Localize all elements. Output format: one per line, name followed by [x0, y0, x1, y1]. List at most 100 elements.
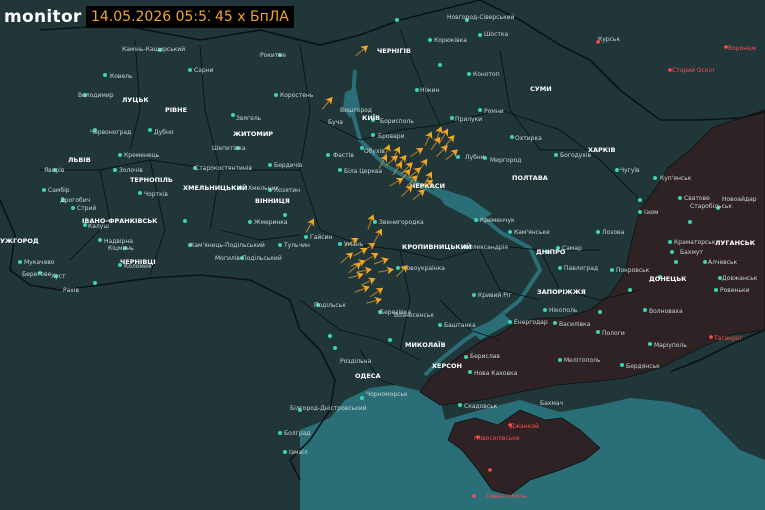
city-label: Мелітополь	[564, 357, 601, 364]
city-label: Камінь-Каширський	[122, 46, 185, 53]
city-label: Джанкой	[510, 423, 539, 430]
city-label: Ромни	[484, 108, 504, 115]
region-label: ДОНЕЦЬК	[649, 275, 687, 283]
city-label: Лозова	[602, 229, 625, 236]
city-label: Павлоград	[564, 265, 598, 272]
city-label: Миргород	[490, 157, 521, 164]
city-label: Звенигородка	[379, 219, 424, 226]
city-label: Обухів	[364, 148, 385, 155]
city-label: Новгород-Сіверський	[447, 14, 515, 21]
city-label: Пологи	[602, 330, 625, 337]
city-label: Чорноморськ	[366, 391, 408, 398]
city-label: Роздільна	[340, 358, 372, 365]
region-label: ХАРКІВ	[588, 146, 616, 154]
city-label: Довжанськ	[722, 275, 758, 282]
region-label: ЗАПОРІЖЖЯ	[537, 288, 586, 296]
city-label: Куп'янськ	[660, 175, 692, 182]
region-label: ЖИТОМИР	[233, 130, 273, 138]
city-label: Бровари	[378, 133, 405, 140]
city-label: Ковель	[110, 73, 133, 80]
city-label: Конотоп	[473, 71, 500, 78]
city-label: Яворів	[44, 167, 65, 174]
brand-logo: monitor	[4, 7, 82, 27]
region-label: ОДЕСА	[355, 372, 381, 380]
city-label: Олександрія	[468, 244, 508, 251]
city-label: Хуст	[51, 273, 66, 280]
timestamp-badge: 14.05.2026 05:53	[86, 6, 221, 28]
city-label: Самбір	[48, 187, 70, 194]
region-label: ЧЕРНІГІВ	[377, 47, 411, 55]
city-label: Енергодар	[514, 319, 548, 326]
city-label: Гайсин	[310, 234, 332, 241]
city-label: Вознесенськ	[394, 312, 434, 319]
city-label: Подільськ	[314, 302, 346, 309]
city-label: Вишгород	[340, 107, 372, 114]
city-label: Севастополь	[486, 493, 527, 500]
drone-count-badge: 45 х БпЛА	[210, 6, 294, 28]
region-label: ВІННИЦЯ	[255, 197, 290, 205]
city-label: Курськ	[598, 36, 620, 43]
city-label: Кривий Ріг	[478, 292, 512, 299]
city-label: Богодухів	[560, 152, 592, 159]
region-label: МИКОЛАЇВ	[405, 340, 446, 349]
map-canvas[interactable]: ЛУЦЬК РІВНЕ ЖИТОМИР ЧЕРНІГІВ СУМИ КИЇВ Х…	[0, 0, 765, 510]
city-label: Білгород-Дністровський	[290, 405, 367, 412]
city-label: Коростень	[280, 92, 314, 99]
city-label: Ровеньки	[720, 287, 750, 294]
city-label: Мукачево	[24, 259, 55, 266]
city-label: Старобільськ	[690, 203, 732, 210]
city-label: Ізюм	[644, 209, 659, 216]
city-label: Сватове	[684, 195, 710, 202]
city-label: Стрий	[77, 205, 96, 212]
region-label: СУМИ	[530, 85, 552, 93]
city-label: Бахмач	[540, 400, 563, 407]
city-label: Покровськ	[616, 267, 650, 274]
city-label: Скадовськ	[464, 403, 498, 410]
city-label: Червоноград	[90, 129, 131, 136]
city-label: Могилів-Подільський	[215, 255, 282, 262]
city-label: Маріуполь	[654, 342, 687, 349]
city-label: Бердянськ	[626, 363, 660, 370]
city-label: Болград	[284, 430, 310, 437]
city-label: Новоайдар	[722, 196, 757, 203]
city-label: Охтирка	[515, 135, 542, 142]
city-label: Жмеринка	[254, 219, 288, 226]
city-label: Фастів	[333, 152, 354, 159]
city-label: Надвірна	[104, 238, 133, 245]
city-label: Краматорськ	[674, 239, 716, 246]
city-label: Нова Каховка	[474, 370, 518, 377]
city-label: Кам'янець-Подільський	[190, 242, 265, 249]
city-label: Шостка	[484, 31, 509, 38]
city-label: Шепетівка	[212, 145, 246, 152]
city-label: Новоукраїнка	[402, 265, 445, 272]
region-label: КРОПИВНИЦЬКИЙ	[402, 242, 472, 251]
city-label: Прилуки	[455, 116, 482, 123]
region-label: ТЕРНОПІЛЬ	[130, 176, 173, 184]
region-label: РІВНЕ	[165, 106, 187, 114]
city-label: Ізмаїл	[289, 449, 308, 456]
city-label: Алчевськ	[708, 259, 738, 266]
city-label: Калуш	[88, 223, 109, 230]
city-label: Ніжин	[420, 87, 439, 94]
region-label: ХМЕЛЬНИЦЬКИЙ	[183, 183, 247, 192]
city-label: Володимир	[78, 92, 114, 99]
city-label: Нікополь	[549, 307, 578, 314]
city-label: Біла Церква	[344, 168, 383, 175]
city-label: Таганрог	[713, 335, 743, 342]
city-label: Буча	[328, 119, 343, 126]
city-label: Рокитне	[260, 52, 286, 59]
city-label: Чортків	[144, 191, 168, 198]
city-label: Звягель	[236, 115, 262, 122]
city-label: Бахмут	[680, 249, 703, 256]
city-label: Рахів	[63, 287, 80, 294]
region-label: ЛУГАНСЬК	[715, 239, 756, 247]
city-label: Коломия	[124, 263, 152, 270]
city-label: Берегове	[22, 271, 52, 278]
region-label: КИЇВ	[362, 113, 380, 122]
city-label: Дубно	[154, 129, 174, 136]
city-label: Кременець	[124, 152, 160, 159]
city-label: Корюківка	[434, 37, 467, 44]
city-label: Старий Оскіл	[672, 67, 714, 74]
city-label: Старокостянтинів	[195, 165, 252, 172]
region-label: УЖГОРОД	[0, 237, 39, 245]
